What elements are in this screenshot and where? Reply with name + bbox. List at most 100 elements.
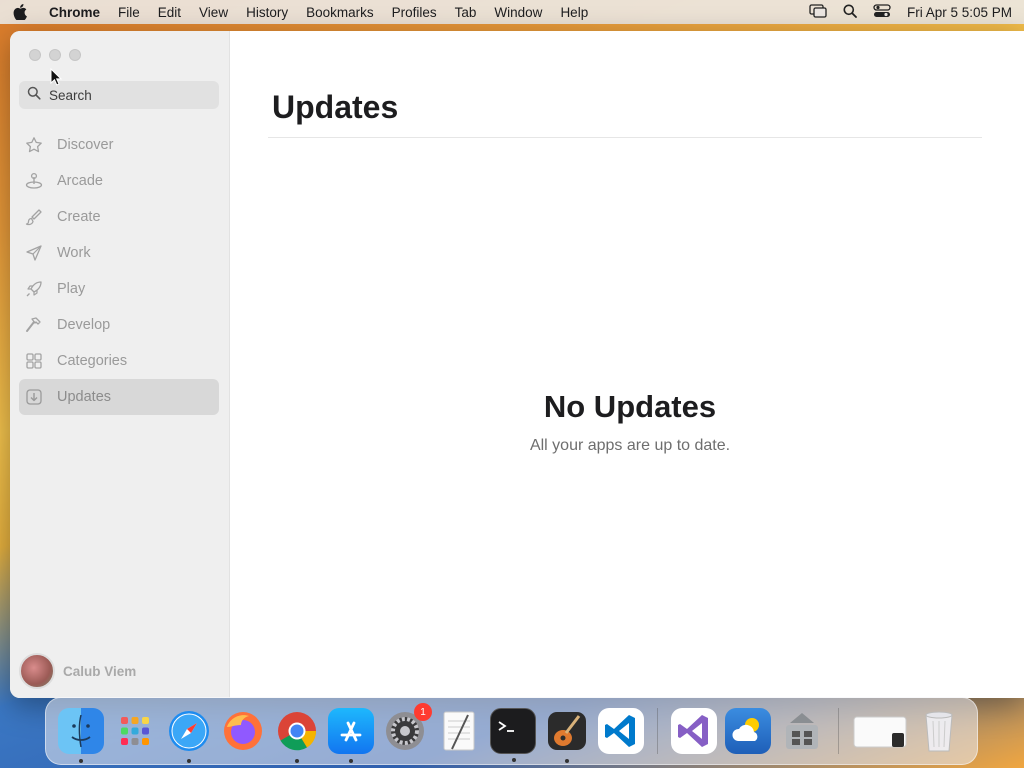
- download-icon: [25, 388, 43, 406]
- avatar: [19, 653, 55, 689]
- account-button[interactable]: Calub Viem: [19, 653, 136, 689]
- search-icon: [27, 86, 41, 105]
- running-indicator: [79, 759, 83, 763]
- dock-firefox[interactable]: [220, 708, 266, 754]
- boot-camp-icon: [786, 713, 818, 749]
- menu-clock[interactable]: Fri Apr 5 5:05 PM: [907, 5, 1012, 20]
- joystick-icon: [25, 172, 43, 190]
- sidebar-item-label: Discover: [57, 137, 114, 153]
- running-indicator: [187, 759, 191, 763]
- status-area: Fri Apr 5 5:05 PM: [809, 0, 1012, 24]
- app-store-window: Discover Arcade Create Work: [10, 31, 1024, 698]
- sidebar-item-discover[interactable]: Discover: [19, 127, 219, 163]
- terminal-icon: [498, 721, 514, 732]
- dock-terminal[interactable]: [490, 708, 536, 762]
- empty-state-subtitle: All your apps are up to date.: [529, 437, 731, 454]
- chrome-icon: [278, 712, 317, 751]
- screen-mirroring-icon[interactable]: [809, 3, 827, 21]
- running-indicator: [565, 759, 569, 763]
- dock-boot-camp[interactable]: [779, 708, 825, 754]
- rocket-icon: [25, 280, 43, 298]
- zoom-window-button[interactable]: [69, 49, 81, 61]
- search-field[interactable]: [19, 81, 219, 109]
- star-icon: [25, 136, 43, 154]
- dock-preview[interactable]: [852, 708, 908, 754]
- visual-studio-icon: [678, 715, 708, 747]
- dock-finder[interactable]: [58, 708, 104, 763]
- menu-app-name[interactable]: Chrome: [40, 5, 109, 20]
- sidebar-item-label: Updates: [57, 389, 112, 405]
- dock-safari[interactable]: [166, 708, 212, 763]
- menu-help[interactable]: Help: [551, 5, 597, 20]
- hammer-icon: [25, 316, 43, 334]
- menu-file[interactable]: File: [109, 5, 149, 20]
- sidebar-item-arcade[interactable]: Arcade: [19, 163, 219, 199]
- user-name: Calub Viem: [63, 663, 137, 679]
- finder-icon: [71, 714, 91, 748]
- notification-badge: 1: [414, 703, 432, 721]
- spotlight-search-icon[interactable]: [843, 4, 857, 21]
- preview-window-icon: [853, 716, 907, 748]
- sidebar-item-label: Play: [57, 281, 86, 297]
- sidebar-item-play[interactable]: Play: [19, 271, 219, 307]
- empty-state-title: No Updates: [543, 389, 717, 424]
- dock-weather[interactable]: [725, 708, 771, 754]
- dock-separator: [838, 708, 839, 754]
- close-window-button[interactable]: [29, 49, 41, 61]
- dock-system-settings[interactable]: 1: [382, 703, 432, 754]
- sidebar-item-label: Create: [57, 209, 101, 225]
- running-indicator: [512, 758, 516, 762]
- dock-visual-studio[interactable]: [671, 708, 717, 754]
- launchpad-icon: [121, 717, 149, 745]
- mouse-cursor-icon: [50, 67, 63, 91]
- dock-trash[interactable]: [916, 708, 962, 754]
- brush-icon: [25, 208, 43, 226]
- page-title: Updates: [272, 89, 399, 125]
- sidebar-item-create[interactable]: Create: [19, 199, 219, 235]
- safari-icon: [169, 711, 209, 751]
- dock-chrome[interactable]: [274, 708, 320, 763]
- menu-window[interactable]: Window: [485, 5, 551, 20]
- sidebar-item-label: Work: [57, 245, 91, 261]
- firefox-icon: [224, 712, 262, 750]
- sidebar-item-work[interactable]: Work: [19, 235, 219, 271]
- app-store-icon: [340, 721, 362, 742]
- weather-icon: [732, 718, 759, 741]
- menu-bookmarks[interactable]: Bookmarks: [297, 5, 383, 20]
- sidebar-item-label: Arcade: [57, 173, 103, 189]
- dock-launchpad[interactable]: [112, 708, 158, 754]
- control-center-icon[interactable]: [873, 3, 891, 21]
- menu-tab[interactable]: Tab: [446, 5, 486, 20]
- vscode-icon: [605, 715, 635, 747]
- sidebar-item-label: Develop: [57, 317, 111, 333]
- sidebar-item-label: Categories: [57, 353, 128, 369]
- dock-textedit[interactable]: [436, 708, 482, 754]
- paper-plane-icon: [25, 244, 43, 262]
- running-indicator: [349, 759, 353, 763]
- window-controls: [29, 49, 81, 61]
- sidebar-nav: Discover Arcade Create Work Play Develop…: [19, 127, 219, 415]
- dock-garageband[interactable]: [544, 708, 590, 763]
- menu-edit[interactable]: Edit: [149, 5, 190, 20]
- search-input[interactable]: [49, 87, 209, 103]
- dock: 1: [45, 697, 978, 765]
- minimize-window-button[interactable]: [49, 49, 61, 61]
- menu-profiles[interactable]: Profiles: [383, 5, 446, 20]
- apple-menu-icon[interactable]: [0, 4, 40, 20]
- grid-icon: [25, 352, 43, 370]
- sidebar-item-categories[interactable]: Categories: [19, 343, 219, 379]
- sidebar: Discover Arcade Create Work: [10, 31, 230, 698]
- dock-app-store[interactable]: [328, 708, 374, 763]
- running-indicator: [295, 759, 299, 763]
- dock-vscode[interactable]: [598, 708, 644, 754]
- menu-view[interactable]: View: [190, 5, 237, 20]
- menu-bar: Chrome File Edit View History Bookmarks …: [0, 0, 1024, 24]
- sidebar-item-updates[interactable]: Updates: [19, 379, 219, 415]
- textedit-icon: [443, 711, 475, 751]
- main-content: Updates No Updates All your apps are up …: [230, 31, 1024, 698]
- sidebar-item-develop[interactable]: Develop: [19, 307, 219, 343]
- guitar-icon: [548, 712, 586, 750]
- menu-history[interactable]: History: [237, 5, 297, 20]
- trash-icon: [925, 711, 953, 752]
- title-divider: [268, 137, 982, 138]
